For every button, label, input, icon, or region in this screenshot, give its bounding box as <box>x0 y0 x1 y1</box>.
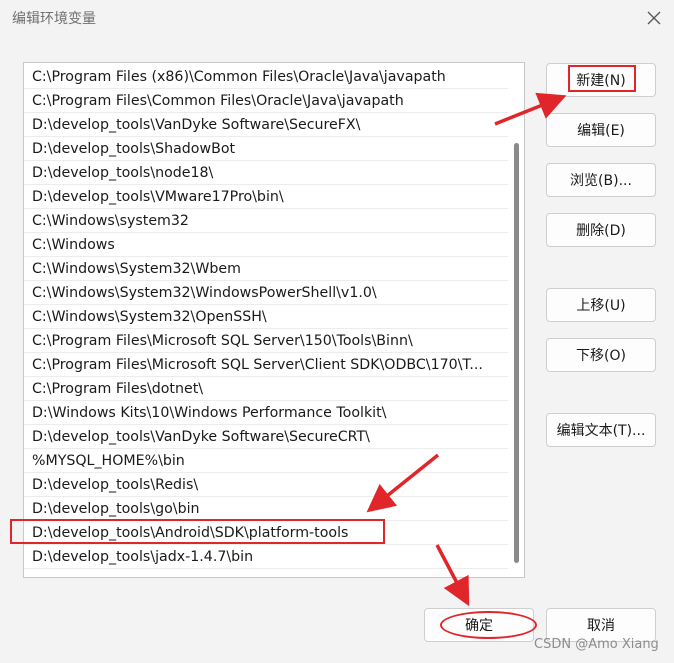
list-item[interactable]: D:\develop_tools\Redis\ <box>24 473 508 497</box>
title-bar: 编辑环境变量 <box>0 0 674 36</box>
list-item[interactable]: C:\Windows\System32\Wbem <box>24 257 508 281</box>
list-item[interactable]: D:\develop_tools\ShadowBot <box>24 137 508 161</box>
list-item[interactable]: D:\develop_tools\Android\SDK\platform-to… <box>24 521 508 545</box>
edit-text-button[interactable]: 编辑文本(T)... <box>546 413 656 447</box>
list-item[interactable]: C:\Windows <box>24 233 508 257</box>
list-item[interactable]: C:\Program Files\Microsoft SQL Server\Cl… <box>24 353 508 377</box>
window-title: 编辑环境变量 <box>12 11 96 27</box>
move-down-button[interactable]: 下移(O) <box>546 338 656 372</box>
list-item[interactable]: D:\develop_tools\jadx-1.4.7\bin <box>24 545 508 569</box>
list-item[interactable]: C:\Program Files\Microsoft SQL Server\15… <box>24 329 508 353</box>
delete-button[interactable]: 删除(D) <box>546 213 656 247</box>
new-button[interactable]: 新建(N) <box>546 63 656 97</box>
list-item[interactable]: D:\develop_tools\VanDyke Software\Secure… <box>24 113 508 137</box>
move-up-button[interactable]: 上移(U) <box>546 288 656 322</box>
list-item[interactable]: C:\Windows\system32 <box>24 209 508 233</box>
browse-button[interactable]: 浏览(B)... <box>546 163 656 197</box>
list-item[interactable]: D:\develop_tools\VMware17Pro\bin\ <box>24 185 508 209</box>
list-item[interactable]: C:\Windows\System32\OpenSSH\ <box>24 305 508 329</box>
ok-button[interactable]: 确定 <box>424 608 534 642</box>
scrollbar-thumb[interactable] <box>514 143 519 563</box>
list-item[interactable]: C:\Program Files (x86)\Common Files\Orac… <box>24 65 508 89</box>
list-item[interactable]: D:\develop_tools\node18\ <box>24 161 508 185</box>
path-list[interactable]: C:\Program Files (x86)\Common Files\Orac… <box>23 62 525 578</box>
close-icon <box>647 11 661 25</box>
close-button[interactable] <box>640 6 668 30</box>
list-item[interactable]: C:\Program Files\Common Files\Oracle\Jav… <box>24 89 508 113</box>
list-item[interactable]: %MYSQL_HOME%\bin <box>24 449 508 473</box>
watermark: CSDN @Amo Xiang <box>534 637 659 652</box>
list-item[interactable]: C:\Program Files\dotnet\ <box>24 377 508 401</box>
list-item[interactable]: D:\develop_tools\VanDyke Software\Secure… <box>24 425 508 449</box>
list-item[interactable]: C:\Windows\System32\WindowsPowerShell\v1… <box>24 281 508 305</box>
list-item[interactable]: D:\develop_tools\go\bin <box>24 497 508 521</box>
edit-button[interactable]: 编辑(E) <box>546 113 656 147</box>
list-item[interactable]: D:\Windows Kits\10\Windows Performance T… <box>24 401 508 425</box>
scrollbar[interactable] <box>509 63 524 577</box>
